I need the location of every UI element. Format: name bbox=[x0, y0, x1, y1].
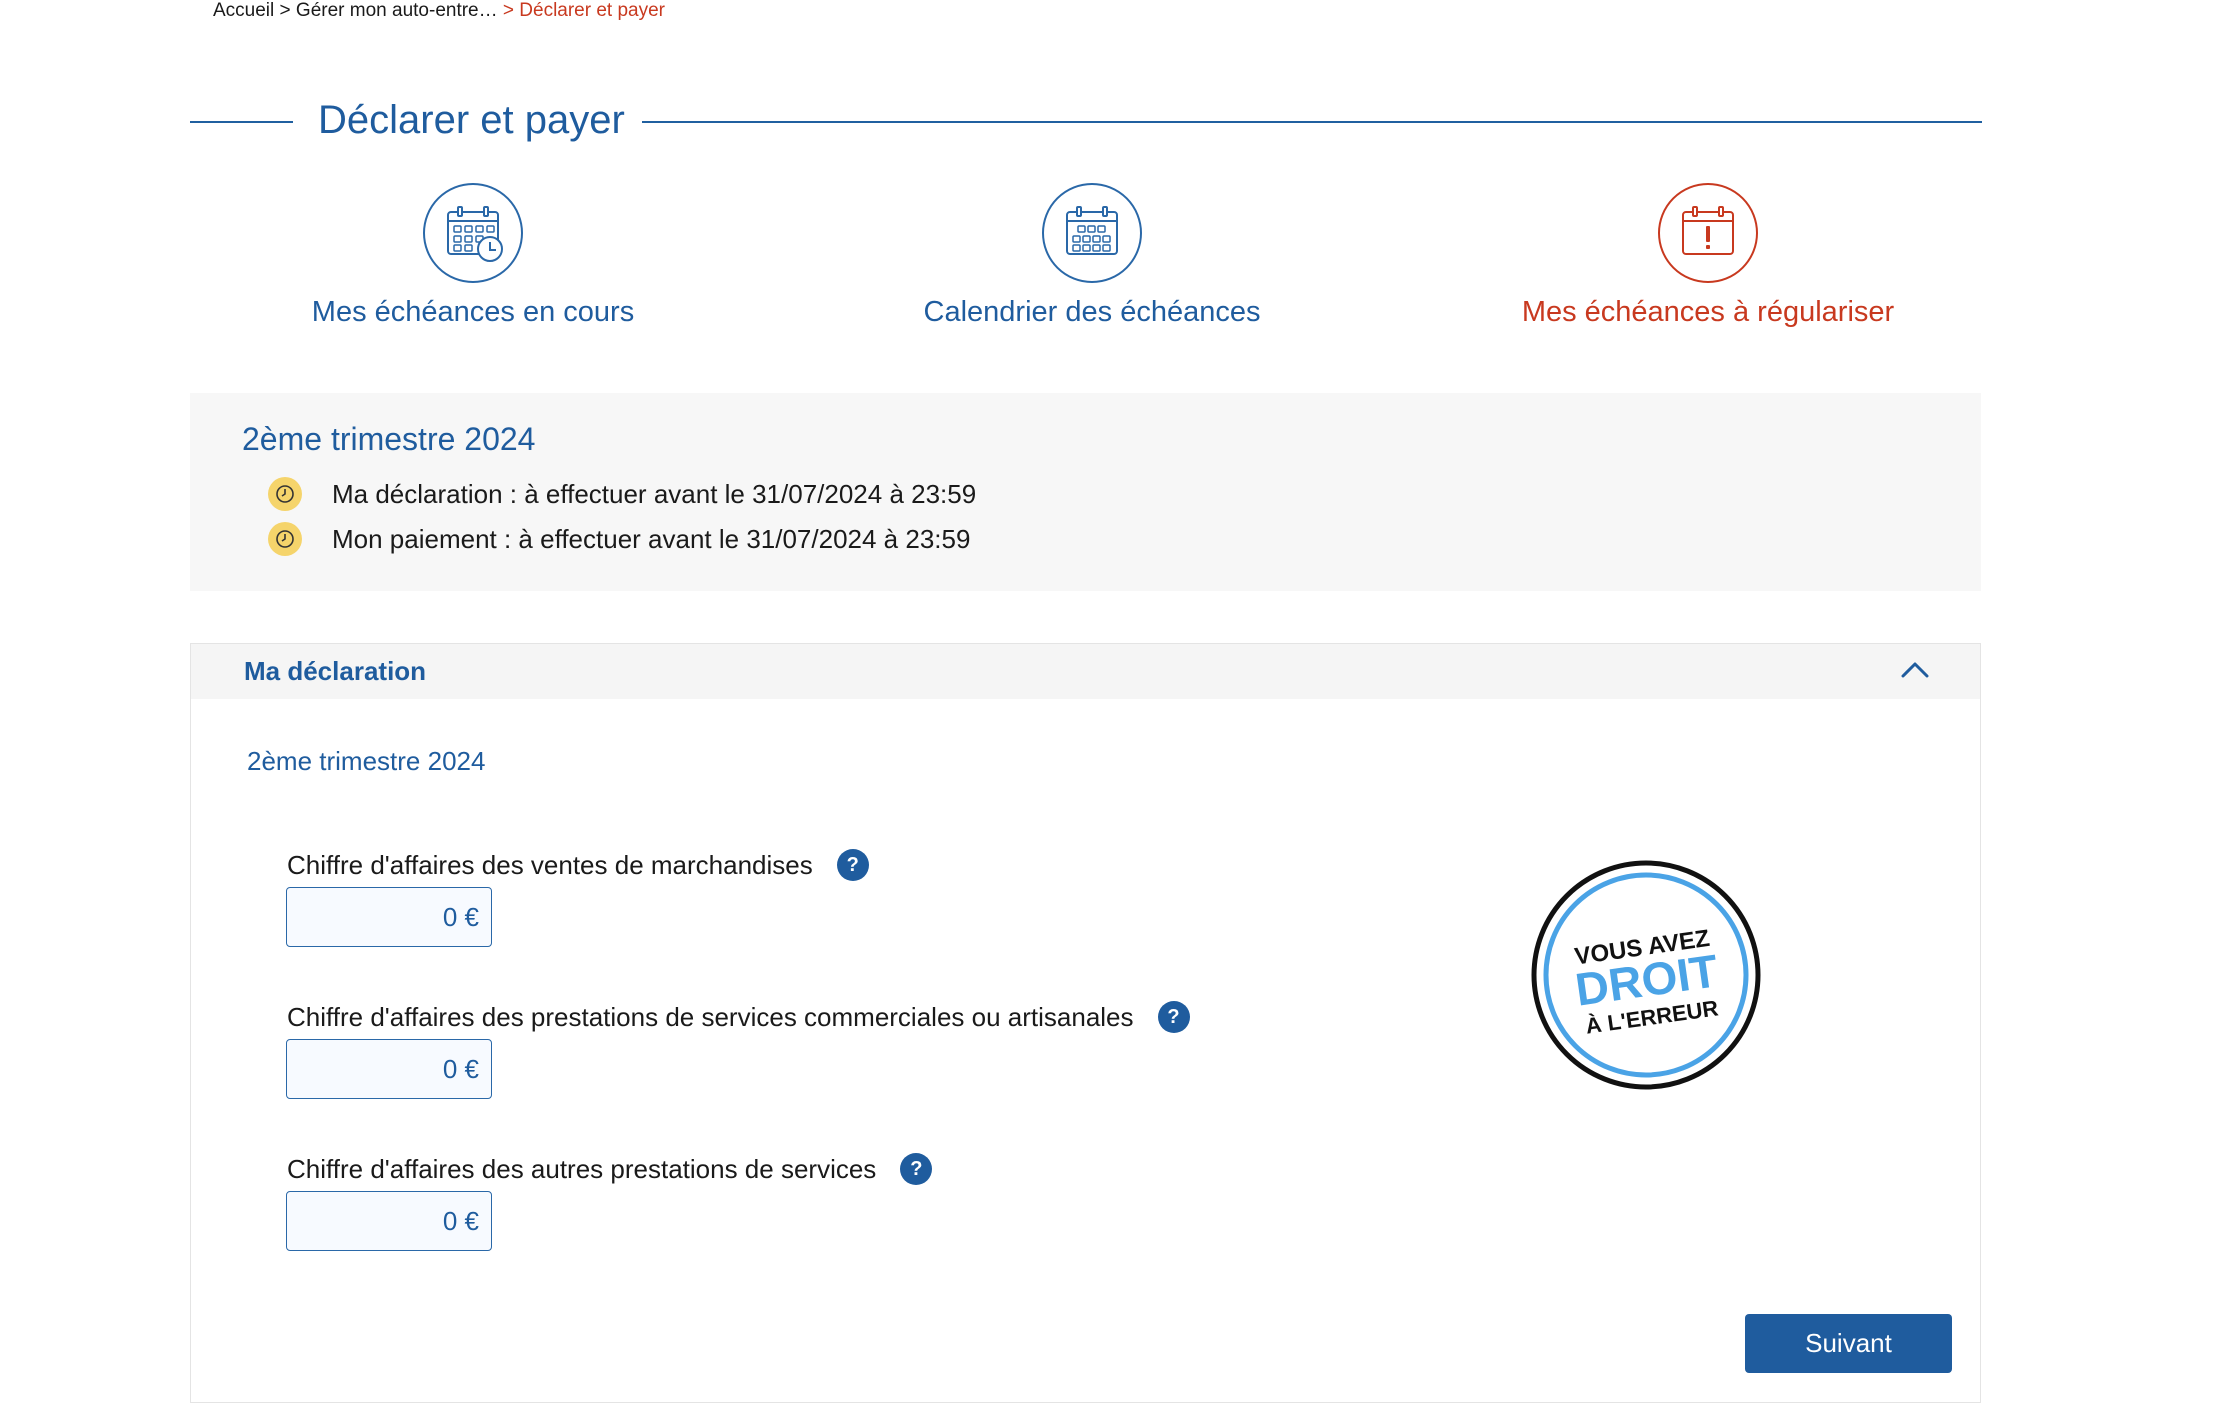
payment-deadline-status: Mon paiement : à effectuer avant le 31/0… bbox=[268, 522, 970, 556]
tile-current-deadlines[interactable]: Mes échéances en cours bbox=[213, 183, 733, 329]
declaration-deadline-status: Ma déclaration : à effectuer avant le 31… bbox=[268, 477, 976, 511]
summary-period-title: 2ème trimestre 2024 bbox=[242, 421, 536, 457]
breadcrumb-section-link[interactable]: Gérer mon auto-entre… bbox=[296, 0, 498, 21]
goods-sales-field-label: Chiffre d'affaires des ventes de marchan… bbox=[287, 849, 869, 881]
help-icon[interactable]: ? bbox=[900, 1153, 933, 1185]
other-services-input[interactable] bbox=[286, 1191, 492, 1251]
title-rule-left bbox=[190, 121, 293, 123]
goods-sales-input[interactable] bbox=[286, 887, 492, 947]
page-title: Déclarer et payer bbox=[318, 98, 625, 142]
help-icon[interactable]: ? bbox=[1157, 1001, 1190, 1033]
tile-deadlines-calendar[interactable]: Calendrier des échéances bbox=[832, 183, 1352, 329]
help-icon[interactable]: ? bbox=[836, 849, 869, 881]
other-services-label-text: Chiffre d'affaires des autres prestation… bbox=[287, 1154, 877, 1184]
other-services-field-label: Chiffre d'affaires des autres prestation… bbox=[287, 1153, 933, 1185]
next-button[interactable]: Suivant bbox=[1745, 1314, 1952, 1373]
payment-deadline-text: Mon paiement : à effectuer avant le 31/0… bbox=[332, 523, 971, 554]
goods-sales-label-text: Chiffre d'affaires des ventes de marchan… bbox=[287, 850, 813, 880]
breadcrumb-home-link[interactable]: Accueil bbox=[213, 0, 274, 21]
breadcrumb: Accueil > Gérer mon auto-entre… > Déclar… bbox=[213, 0, 665, 22]
tile-deadlines-calendar-label: Calendrier des échéances bbox=[923, 296, 1261, 328]
breadcrumb-current: > Déclarer et payer bbox=[502, 0, 666, 21]
commercial-services-input[interactable] bbox=[286, 1039, 492, 1099]
tile-deadlines-to-regularize-label: Mes échéances à régulariser bbox=[1521, 296, 1895, 328]
commercial-services-field-label: Chiffre d'affaires des prestations de se… bbox=[287, 1001, 1190, 1033]
clock-icon bbox=[268, 477, 302, 511]
declaration-accordion-title: Ma déclaration bbox=[244, 656, 427, 686]
title-rule-right bbox=[642, 121, 1982, 123]
declaration-period-title: 2ème trimestre 2024 bbox=[247, 746, 486, 776]
commercial-services-label-text: Chiffre d'affaires des prestations de se… bbox=[287, 1002, 1134, 1032]
tile-current-deadlines-label: Mes échéances en cours bbox=[311, 296, 635, 328]
tile-deadlines-to-regularize[interactable]: Mes échéances à régulariser bbox=[1448, 183, 1968, 329]
breadcrumb-separator: > bbox=[279, 0, 291, 21]
chevron-up-icon[interactable] bbox=[1899, 655, 1931, 687]
declaration-accordion-header[interactable] bbox=[191, 644, 1980, 699]
clock-icon bbox=[268, 522, 302, 556]
declaration-deadline-text: Ma déclaration : à effectuer avant le 31… bbox=[332, 478, 977, 509]
calendar-icon bbox=[1042, 183, 1142, 283]
calendar-alert-icon bbox=[1658, 183, 1758, 283]
calendar-clock-icon bbox=[423, 183, 523, 283]
right-to-error-badge: VOUS AVEZ DROIT À L'ERREUR bbox=[1531, 860, 1761, 1090]
